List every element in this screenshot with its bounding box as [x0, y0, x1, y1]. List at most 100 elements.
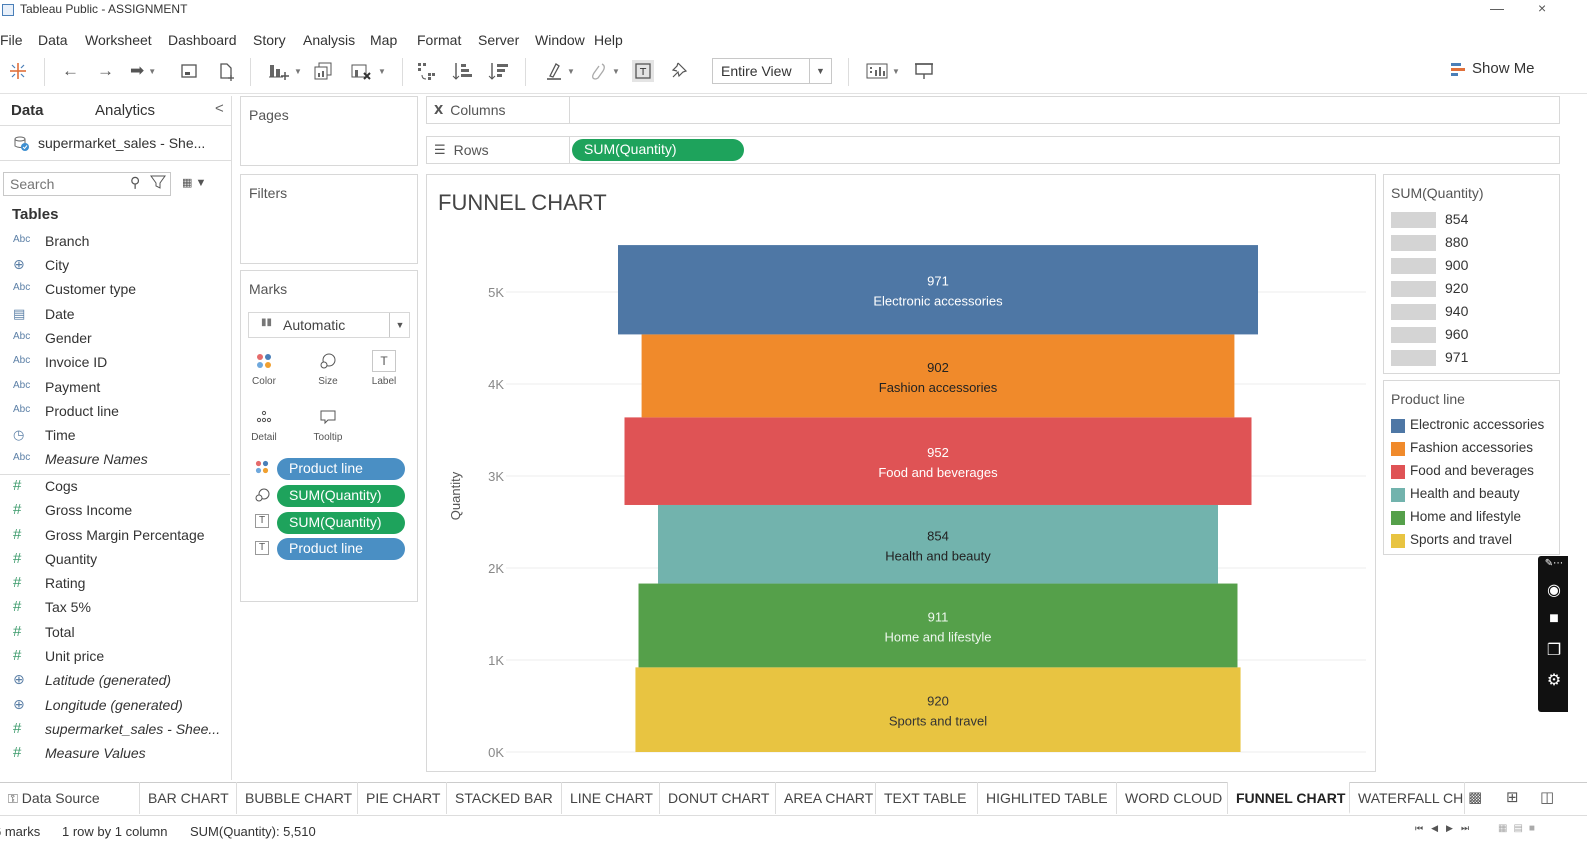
menu-help[interactable]: Help	[594, 28, 623, 48]
rows-pill-sum-quantity[interactable]: SUM(Quantity)	[572, 139, 744, 161]
menu-format[interactable]: Format	[417, 28, 461, 48]
field-item[interactable]: # Tax 5%	[0, 598, 230, 620]
show-cards-icon[interactable]: ▼	[866, 60, 900, 82]
funnel-bar[interactable]	[635, 667, 1241, 752]
fit-mode-dropdown[interactable]: Entire View ▼	[712, 58, 832, 84]
search-icon[interactable]: ⚲	[130, 174, 140, 191]
datasource-item[interactable]: supermarket_sales - She...	[12, 134, 205, 152]
minimize-icon[interactable]: —	[1490, 0, 1504, 16]
field-item[interactable]: # Cogs	[0, 477, 230, 499]
sort-descending-icon[interactable]	[488, 60, 510, 82]
more-options-icon[interactable]: ✎⋯	[1544, 558, 1564, 569]
field-item[interactable]: ⊕ Longitude (generated)	[0, 696, 230, 718]
menu-worksheet[interactable]: Worksheet	[85, 28, 152, 48]
marks-pill-sum-quantity-size[interactable]: SUM(Quantity)	[277, 485, 405, 507]
field-item[interactable]: Abc Customer type	[0, 280, 230, 302]
funnel-bar[interactable]	[658, 504, 1218, 584]
field-item[interactable]: # Rating	[0, 574, 230, 596]
field-item[interactable]: Abc Invoice ID	[0, 353, 230, 375]
mark-type-dropdown[interactable]: ▮▮ Automatic ▼	[248, 312, 410, 338]
camera-icon[interactable]: ◉	[1544, 580, 1564, 600]
detail-button[interactable]: Detail	[246, 406, 282, 452]
field-item[interactable]: ⊕ City	[0, 256, 230, 278]
show-me-button[interactable]: Show Me	[1450, 60, 1535, 77]
sheet-tab[interactable]: LINE CHART	[562, 782, 660, 814]
fix-axes-pin-icon[interactable]	[670, 60, 688, 82]
label-button[interactable]: T Label	[366, 350, 402, 396]
field-item[interactable]: ▤ Date	[0, 305, 230, 327]
field-item[interactable]: # Measure Values	[0, 744, 230, 766]
filter-icon[interactable]	[150, 174, 166, 193]
field-item[interactable]: Abc Gender	[0, 329, 230, 351]
marks-pill-sum-quantity-label[interactable]: SUM(Quantity)	[277, 512, 405, 534]
field-item[interactable]: # Gross Income	[0, 501, 230, 523]
color-legend-item[interactable]: Health and beauty	[1391, 485, 1561, 503]
size-legend-item[interactable]: 854	[1391, 210, 1551, 228]
group-members-icon[interactable]: ▼	[590, 60, 620, 82]
color-button[interactable]: Color	[246, 350, 282, 396]
video-camera-icon[interactable]: ■	[1544, 610, 1564, 628]
funnel-bar[interactable]	[641, 334, 1235, 418]
menu-file[interactable]: File	[0, 28, 23, 48]
sheet-tab[interactable]: TEXT TABLE	[876, 782, 978, 814]
color-legend-item[interactable]: Fashion accessories	[1391, 439, 1561, 457]
field-item[interactable]: ⊕ Latitude (generated)	[0, 671, 230, 693]
menu-dashboard[interactable]: Dashboard	[168, 28, 237, 48]
window-icon[interactable]: ❐	[1544, 640, 1564, 660]
color-legend-item[interactable]: Sports and travel	[1391, 531, 1561, 549]
close-icon[interactable]: ×	[1538, 0, 1546, 16]
tableau-logo-icon[interactable]	[8, 60, 28, 82]
field-item[interactable]: ◷ Time	[0, 426, 230, 448]
sheet-tab[interactable]: AREA CHART	[776, 782, 876, 814]
size-button[interactable]: Size	[310, 350, 346, 396]
funnel-bar[interactable]	[624, 417, 1252, 505]
swap-rows-columns-icon[interactable]	[416, 60, 436, 82]
show-mark-labels-icon[interactable]: T	[632, 60, 654, 82]
field-item[interactable]: # Gross Margin Percentage	[0, 526, 230, 548]
chevron-down-icon[interactable]: ▼	[389, 313, 410, 337]
new-datasource-icon[interactable]	[218, 60, 236, 82]
view-options-icon[interactable]: ▦ ▼	[182, 176, 206, 189]
new-worksheet-tab-icon[interactable]: ▩	[1468, 788, 1482, 806]
field-item[interactable]: Abc Measure Names	[0, 450, 230, 472]
tab-data-source[interactable]: ⚿ Data Source	[0, 782, 140, 814]
size-legend-item[interactable]: 971	[1391, 348, 1551, 366]
screen-recorder-widget[interactable]: ✎⋯ ◉ ■ ❐ ⚙	[1538, 556, 1568, 712]
new-worksheet-icon[interactable]: ▼	[268, 60, 302, 82]
new-sheet-icon[interactable]	[180, 60, 198, 82]
sheet-tab[interactable]: STACKED BAR	[447, 782, 562, 814]
field-item[interactable]: # Quantity	[0, 550, 230, 572]
funnel-bar[interactable]	[638, 583, 1238, 668]
color-legend-item[interactable]: Electronic accessories	[1391, 416, 1561, 434]
new-story-tab-icon[interactable]: ◫	[1540, 788, 1554, 806]
size-legend-item[interactable]: 940	[1391, 302, 1551, 320]
size-legend-item[interactable]: 880	[1391, 233, 1551, 251]
menu-server[interactable]: Server	[478, 28, 519, 48]
field-item[interactable]: Abc Branch	[0, 232, 230, 254]
field-item[interactable]: # Unit price	[0, 647, 230, 669]
sheet-tab[interactable]: BAR CHART	[140, 782, 237, 814]
gear-icon[interactable]: ⚙	[1544, 670, 1564, 690]
size-legend-item[interactable]: 900	[1391, 256, 1551, 274]
color-legend-item[interactable]: Food and beverages	[1391, 462, 1561, 480]
redo-icon[interactable]: →	[97, 60, 114, 82]
undo-icon[interactable]: ←	[62, 60, 79, 82]
menu-analysis[interactable]: Analysis	[303, 28, 355, 48]
sheet-tab[interactable]: WORD CLOUD	[1117, 782, 1228, 814]
tab-data[interactable]: Data	[11, 102, 44, 119]
clear-sheet-icon[interactable]: ▼	[350, 60, 386, 82]
highlight-pen-icon[interactable]: ▼	[545, 60, 575, 82]
sheet-tab[interactable]: BUBBLE CHART	[237, 782, 358, 814]
field-item[interactable]: # Total	[0, 623, 230, 645]
sheet-tab[interactable]: FUNNEL CHART	[1228, 782, 1350, 814]
menu-story[interactable]: Story	[253, 28, 286, 48]
field-search-input[interactable]	[3, 172, 171, 196]
sheet-tab[interactable]: HIGHLITED TABLE	[978, 782, 1117, 814]
tooltip-button[interactable]: Tooltip	[310, 406, 346, 452]
save-icon[interactable]: ➡ ▼	[130, 60, 156, 82]
duplicate-sheet-icon[interactable]	[313, 60, 335, 82]
marks-pill-product-line-color[interactable]: Product line	[277, 458, 405, 480]
columns-shelf[interactable]	[426, 96, 1560, 124]
sheet-tab[interactable]: WATERFALL CH	[1350, 782, 1465, 814]
presentation-mode-icon[interactable]	[914, 60, 934, 82]
